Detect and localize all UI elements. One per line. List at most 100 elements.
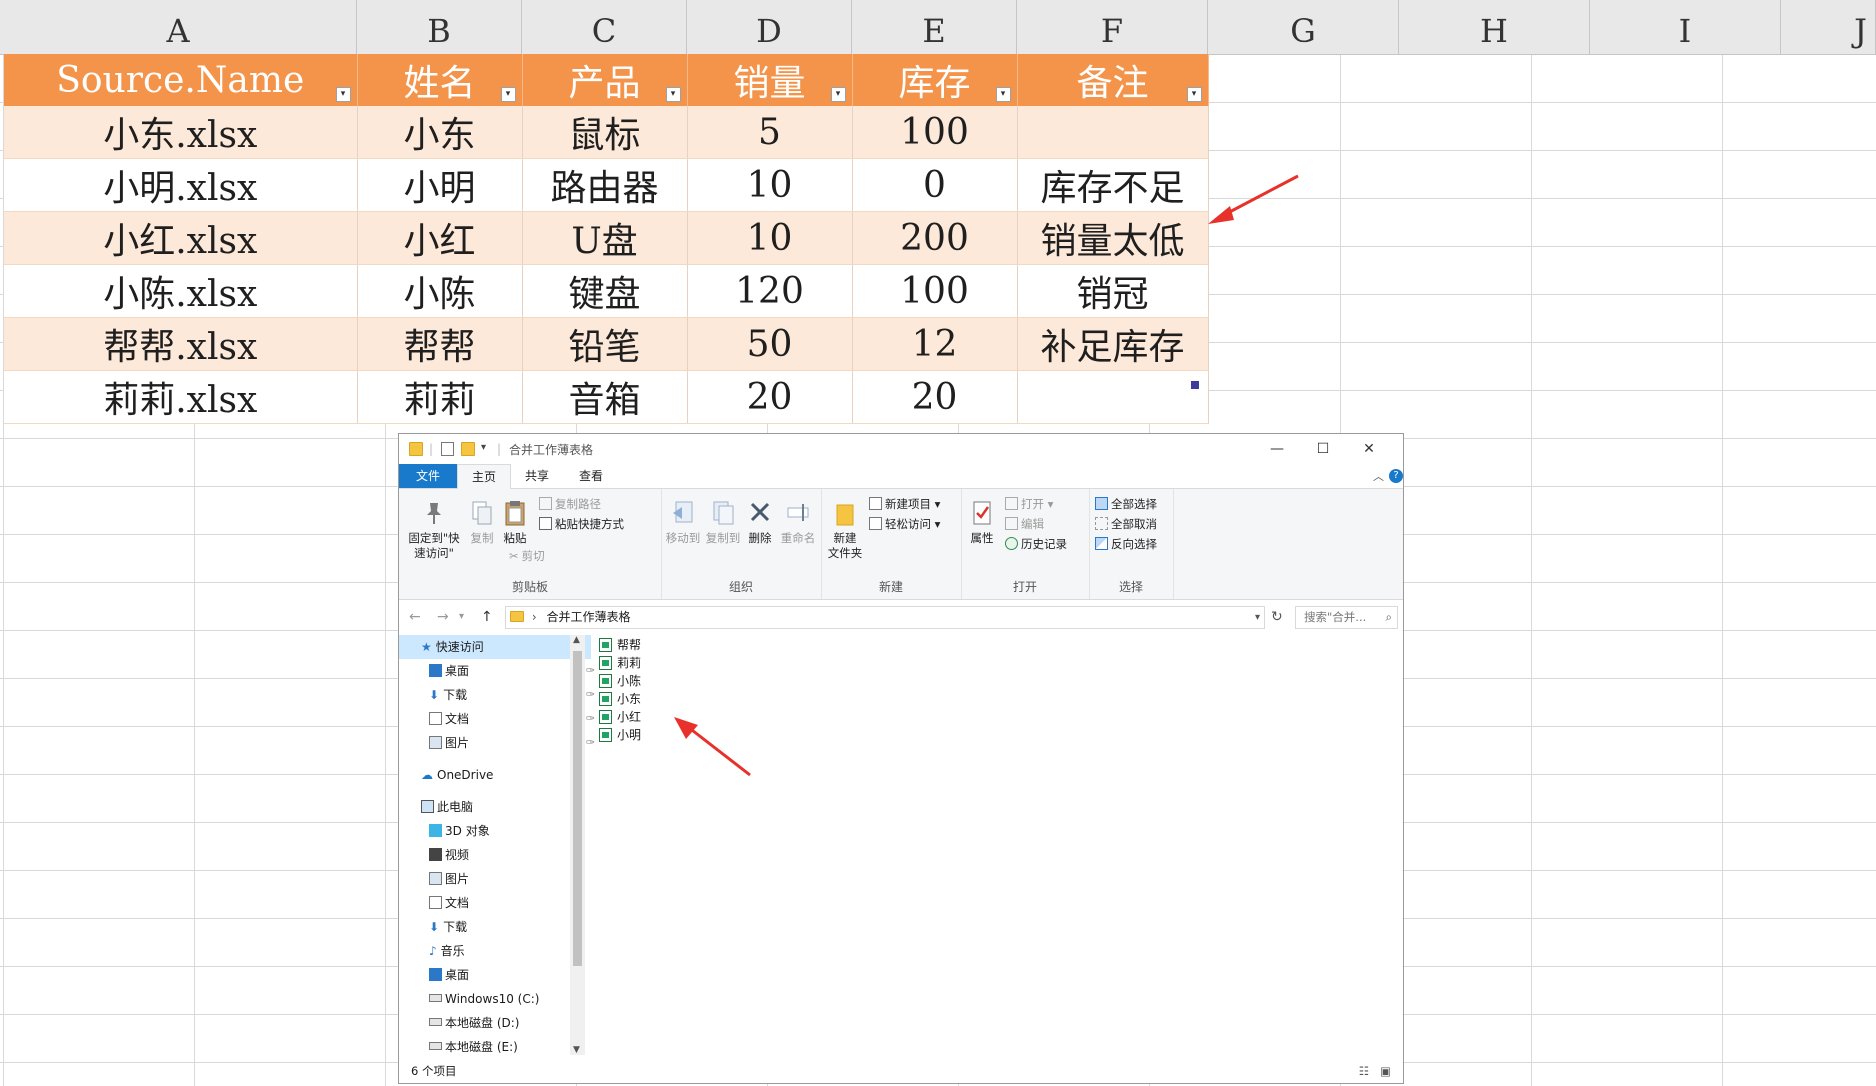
table-cell[interactable]: 帮帮.xlsx [4,317,358,371]
help-icon[interactable]: ? [1389,469,1403,483]
table-cell[interactable]: 小东.xlsx [4,106,358,159]
table-cell[interactable]: 100 [852,106,1018,159]
nav-item-this-pc[interactable]: 此电脑 [399,795,591,819]
header-cell-source-name[interactable]: Source.Name ▾ [4,54,358,106]
table-cell[interactable]: U盘 [522,211,688,265]
table-cell[interactable]: 鼠标 [522,106,688,159]
maximize-icon[interactable]: ☐ [1300,437,1346,461]
table-resize-handle[interactable] [1191,381,1199,389]
table-cell[interactable]: 20 [687,370,853,424]
header-cell-remark[interactable]: 备注 ▾ [1017,54,1209,106]
table-cell[interactable]: 补足库存 [1017,317,1209,371]
filter-dropdown-icon[interactable]: ▾ [1186,87,1202,102]
table-cell[interactable]: 0 [852,158,1018,212]
scrollbar-thumb[interactable] [573,651,582,966]
table-cell[interactable] [1017,106,1209,159]
list-item[interactable]: 小红 [599,707,641,727]
nav-item-desktop[interactable]: 桌面 ✑ [399,659,599,683]
copy-button[interactable]: 复制 [467,499,497,546]
table-cell[interactable]: 莉莉 [357,370,523,424]
header-cell-sales[interactable]: 销量 ▾ [687,54,853,106]
column-header-j[interactable]: J [1781,0,1876,54]
select-none-button[interactable]: 全部取消 [1095,515,1157,533]
filter-dropdown-icon[interactable]: ▾ [335,87,351,102]
column-header-d[interactable]: D [687,0,852,54]
nav-item-downloads-pc[interactable]: ⬇ 下载 [399,915,599,939]
nav-item-drive-d[interactable]: 本地磁盘 (D:) [399,1011,599,1035]
paste-shortcut-button[interactable]: 粘贴快捷方式 [539,515,624,533]
history-button[interactable]: 历史记录 [1005,535,1067,553]
table-cell[interactable]: 小红 [357,211,523,265]
tab-view[interactable]: 查看 [565,464,617,488]
rename-button[interactable]: 重命名 [779,499,817,546]
pin-quick-access-button[interactable]: 固定到"快速访问" [403,499,465,561]
close-icon[interactable]: ✕ [1346,437,1392,461]
table-cell[interactable]: 12 [852,317,1018,371]
table-cell[interactable] [1017,370,1209,424]
table-cell[interactable]: 小东 [357,106,523,159]
nav-item-desktop-pc[interactable]: 桌面 [399,963,599,987]
table-cell[interactable]: 莉莉.xlsx [4,370,358,424]
nav-item-music[interactable]: ♪ 音乐 [399,939,599,963]
column-header-a[interactable]: A [0,0,357,54]
search-input[interactable]: 搜索"合并... ⌕ [1295,606,1398,629]
table-cell[interactable]: 键盘 [522,264,688,318]
cut-button[interactable]: ✂ 剪切 [509,547,545,565]
move-to-button[interactable]: 移动到 [665,499,701,546]
new-folder-button[interactable]: 新建 文件夹 [825,499,865,561]
table-cell[interactable]: 120 [687,264,853,318]
open-button[interactable]: 打开 ▾ [1005,495,1053,513]
list-item[interactable]: 帮帮 [599,635,641,655]
column-header-f[interactable]: F [1017,0,1208,54]
easy-access-button[interactable]: 轻松访问 ▾ [869,515,940,533]
new-item-button[interactable]: 新建项目 ▾ [869,495,940,513]
filter-dropdown-icon[interactable]: ▾ [830,87,846,102]
new-folder-quick-icon[interactable] [461,442,475,456]
column-header-h[interactable]: H [1399,0,1590,54]
filter-dropdown-icon[interactable]: ▾ [500,87,516,102]
invert-selection-button[interactable]: 反向选择 [1095,535,1157,553]
details-view-icon[interactable]: ☷ [1359,1059,1369,1083]
nav-item-onedrive[interactable]: ☁ OneDrive [399,763,591,787]
delete-button[interactable]: 删除 [745,499,775,546]
nav-item-downloads[interactable]: ⬇ 下载 ✑ [399,683,599,707]
table-cell[interactable]: 10 [687,211,853,265]
paste-button[interactable]: 粘贴 [499,499,531,546]
nav-item-quick-access[interactable]: ★ 快速访问 [399,635,591,659]
nav-item-3d-objects[interactable]: 3D 对象 [399,819,599,843]
list-item[interactable]: 小明 [599,725,641,745]
tab-share[interactable]: 共享 [511,464,563,488]
collapse-ribbon-icon[interactable]: ︿ [1373,468,1384,484]
table-cell[interactable]: 小陈 [357,264,523,318]
column-header-c[interactable]: C [522,0,687,54]
forward-icon[interactable]: → [437,609,449,625]
table-cell[interactable]: 10 [687,158,853,212]
nav-item-videos[interactable]: 视频 [399,843,599,867]
column-header-e[interactable]: E [852,0,1017,54]
copy-path-button[interactable]: 复制路径 [539,495,601,513]
nav-item-documents[interactable]: 文档 ✑ [399,707,599,731]
table-cell[interactable]: 库存不足 [1017,158,1209,212]
tab-home[interactable]: 主页 [457,464,512,490]
table-cell[interactable]: 20 [852,370,1018,424]
table-cell[interactable]: 销冠 [1017,264,1209,318]
column-header-i[interactable]: I [1590,0,1781,54]
table-cell[interactable]: 50 [687,317,853,371]
customize-toolbar-icon[interactable]: ▾ [481,442,486,456]
address-dropdown-icon[interactable]: ▾ [1255,607,1260,628]
scroll-down-icon[interactable]: ▼ [573,1045,580,1055]
minimize-icon[interactable]: — [1254,437,1300,461]
nav-item-pictures[interactable]: 图片 ✑ [399,731,599,755]
list-item[interactable]: 小陈 [599,671,641,691]
copy-to-button[interactable]: 复制到 [705,499,741,546]
properties-quick-icon[interactable] [441,442,454,456]
nav-scrollbar[interactable]: ▲ ▼ [570,635,585,1055]
properties-button[interactable]: 属性 [965,499,999,546]
recent-locations-icon[interactable]: ▾ [459,611,464,622]
header-cell-stock[interactable]: 库存 ▾ [852,54,1018,106]
nav-item-drive-e[interactable]: 本地磁盘 (E:) [399,1041,599,1055]
header-cell-name[interactable]: 姓名 ▾ [357,54,523,106]
filter-dropdown-icon[interactable]: ▾ [995,87,1011,102]
breadcrumb-chevron-icon[interactable]: › [532,610,537,624]
search-icon[interactable]: ⌕ [1386,607,1392,628]
